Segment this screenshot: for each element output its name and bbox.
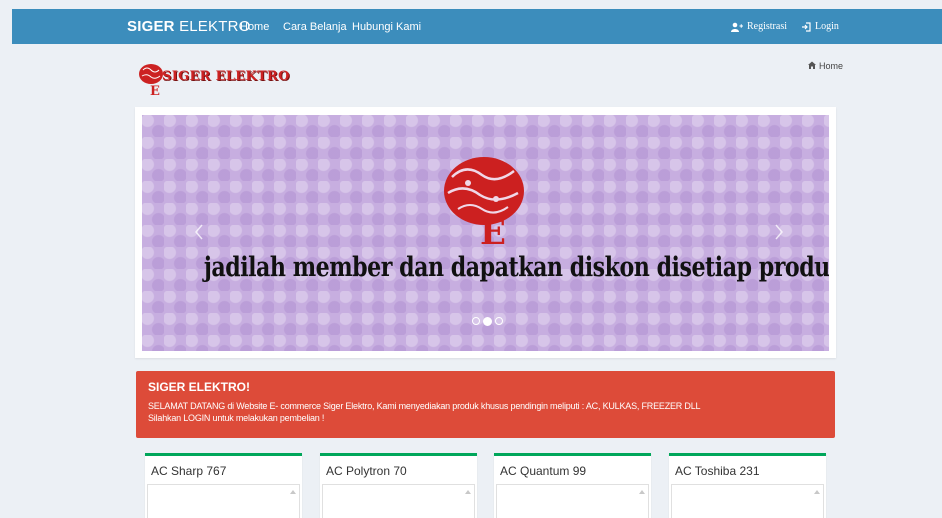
product-card[interactable]: AC Toshiba 231 [669, 453, 826, 518]
breadcrumb[interactable]: Home [808, 61, 843, 71]
chevron-right-icon[interactable] [772, 222, 786, 242]
logo-text: SIGER ELEKTRO [162, 69, 290, 84]
carousel-indicators [472, 316, 503, 326]
scroll-up-icon[interactable] [464, 488, 472, 496]
logo-emblem-icon: E [139, 64, 163, 99]
registrasi-label: Registrasi [747, 21, 787, 32]
home-icon [808, 61, 816, 71]
login-label: Login [815, 21, 839, 32]
carousel-dot-1[interactable] [472, 317, 480, 325]
product-frame[interactable] [671, 484, 824, 518]
sign-in-icon [801, 21, 811, 32]
product-frame[interactable] [496, 484, 649, 518]
product-title: AC Toshiba 231 [675, 464, 760, 478]
product-card[interactable]: AC Sharp 767 [145, 453, 302, 518]
svg-text:E: E [150, 84, 160, 96]
carousel: E jadilah member dan dapatkan diskon dis… [135, 107, 836, 358]
scroll-up-icon[interactable] [289, 488, 297, 496]
nav-link-home[interactable]: Home [240, 21, 269, 33]
top-navbar: SIGER ELEKTRO Home Cara Belanja Hubungi … [12, 9, 942, 44]
breadcrumb-home: Home [819, 61, 844, 71]
product-title: AC Sharp 767 [151, 464, 227, 478]
product-frame[interactable] [147, 484, 300, 518]
svg-text:E: E [480, 213, 506, 245]
scroll-up-icon[interactable] [638, 488, 646, 496]
carousel-dot-2[interactable] [483, 316, 492, 326]
carousel-slide: E jadilah member dan dapatkan diskon dis… [142, 115, 829, 351]
callout-title: SIGER ELEKTRO! [148, 380, 251, 394]
scroll-up-icon[interactable] [813, 488, 821, 496]
product-card[interactable]: AC Polytron 70 [320, 453, 477, 518]
user-plus-icon [731, 22, 743, 32]
product-title: AC Polytron 70 [326, 464, 407, 478]
login-link[interactable]: Login [801, 21, 839, 32]
carousel-dot-3[interactable] [495, 317, 503, 325]
product-card[interactable]: AC Quantum 99 [494, 453, 651, 518]
nav-link-cara-belanja[interactable]: Cara Belanja [283, 21, 347, 33]
callout-line-1: SELAMAT DATANG di Website E- commerce Si… [148, 401, 701, 411]
navbar-brand[interactable]: SIGER ELEKTRO [127, 18, 250, 35]
nav-link-hubungi-kami[interactable]: Hubungi Kami [352, 21, 421, 33]
slide-caption: jadilah member dan dapatkan diskon diset… [203, 252, 829, 283]
slide-emblem-image: E [444, 157, 524, 245]
registrasi-link[interactable]: Registrasi [731, 21, 787, 32]
product-title: AC Quantum 99 [500, 464, 587, 478]
callout-line-2: Silahkan LOGIN untuk melakukan pembelian… [148, 413, 325, 423]
brand-bold: SIGER [127, 18, 175, 35]
product-frame[interactable] [322, 484, 475, 518]
welcome-callout: SIGER ELEKTRO! SELAMAT DATANG di Website… [136, 371, 835, 438]
chevron-left-icon[interactable] [192, 222, 206, 242]
